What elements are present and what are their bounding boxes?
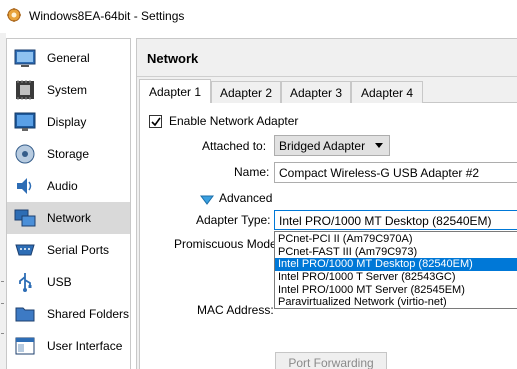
adapter-type-label: Adapter Type: — [196, 213, 271, 227]
attached-to-value: Bridged Adapter — [279, 139, 366, 153]
title-bar: Windows8EA-64bit - Settings — [0, 0, 517, 33]
sidebar-item-general[interactable]: General — [7, 42, 130, 74]
shared-folders-icon — [15, 307, 35, 322]
attached-to-select[interactable]: Bridged Adapter — [274, 135, 390, 156]
port-forwarding-button[interactable]: Port Forwarding — [275, 352, 387, 369]
sidebar-item-network[interactable]: Network — [7, 202, 130, 234]
dropdown-option[interactable]: PCnet-PCI II (Am79C970A) — [275, 233, 517, 246]
general-icon — [14, 49, 36, 67]
enable-adapter-label: Enable Network Adapter — [169, 114, 299, 128]
sidebar-item-label: USB — [47, 275, 72, 289]
promiscuous-mode-label: Promiscuous Mode: — [174, 237, 281, 251]
sidebar-item-label: System — [47, 83, 88, 97]
audio-icon — [17, 178, 32, 194]
attached-to-label: Attached to: — [202, 139, 267, 153]
sidebar-item-serial-ports[interactable]: Serial Ports — [7, 234, 130, 266]
storage-icon — [15, 144, 35, 164]
sidebar-item-label: General — [47, 51, 90, 65]
tab-adapter-1[interactable]: Adapter 1 — [139, 79, 211, 103]
sidebar-item-label: User Interface — [47, 339, 123, 353]
sidebar-item-usb[interactable]: USB — [7, 266, 130, 298]
adapter-name-select[interactable]: Compact Wireless-G USB Adapter #2 — [274, 162, 517, 183]
sidebar-item-audio[interactable]: Audio — [7, 170, 130, 202]
sidebar-item-user-interface[interactable]: User Interface — [7, 330, 130, 362]
enable-adapter-checkbox[interactable] — [149, 115, 162, 128]
checkmark-icon — [151, 117, 161, 127]
system-icon — [16, 80, 34, 100]
sidebar-item-display[interactable]: Display — [7, 106, 130, 138]
serial-ports-icon — [15, 244, 35, 256]
sidebar-item-label: Shared Folders — [47, 307, 130, 321]
sidebar-item-storage[interactable]: Storage — [7, 138, 130, 170]
mac-address-label: MAC Address: — [197, 303, 274, 317]
sidebar-item-label: Network — [47, 211, 92, 225]
virtualbox-icon — [7, 8, 21, 22]
adapter-type-value: Intel PRO/1000 MT Desktop (82540EM) — [279, 214, 492, 228]
advanced-label[interactable]: Advanced — [219, 191, 272, 205]
window-title: Windows8EA-64bit - Settings — [29, 9, 185, 23]
sidebar-item-label: Storage — [47, 147, 90, 161]
network-icon — [14, 209, 36, 227]
sidebar-item-label: Display — [47, 115, 87, 129]
adapter-settings: Enable Network Adapter Attached to: Brid… — [139, 103, 517, 369]
dropdown-option[interactable]: Paravirtualized Network (virtio-net) — [275, 296, 517, 309]
dropdown-option-highlighted[interactable]: Intel PRO/1000 MT Desktop (82540EM) — [275, 258, 517, 271]
name-label: Name: — [234, 165, 270, 179]
user-interface-icon — [15, 337, 35, 355]
tab-adapter-3[interactable]: Adapter 3 — [281, 81, 351, 103]
adapter-name-value: Compact Wireless-G USB Adapter #2 — [279, 166, 480, 180]
title-divider — [137, 76, 517, 77]
sidebar-item-shared-folders[interactable]: Shared Folders — [7, 298, 130, 330]
sidebar-item-label: Serial Ports — [47, 243, 110, 257]
sidebar-item-system[interactable]: System — [7, 74, 130, 106]
usb-icon — [19, 273, 32, 292]
network-panel: Network Adapter 1 Adapter 2 Adapter 3 Ad… — [136, 38, 517, 369]
settings-sidebar: General System Display Storage Audio Net… — [6, 38, 131, 369]
page-title: Network — [147, 51, 199, 66]
adapter-type-select[interactable]: Intel PRO/1000 MT Desktop (82540EM) — [274, 210, 517, 230]
dropdown-option[interactable]: Intel PRO/1000 T Server (82543GC) — [275, 271, 517, 284]
adapter-type-dropdown: PCnet-PCI II (Am79C970A) PCnet-FAST III … — [274, 231, 517, 309]
display-icon — [14, 112, 36, 131]
sidebar-item-label: Audio — [47, 179, 78, 193]
expand-triangle-icon[interactable] — [200, 193, 214, 207]
chevron-down-icon — [375, 143, 383, 148]
tab-adapter-2[interactable]: Adapter 2 — [211, 81, 281, 103]
tab-adapter-4[interactable]: Adapter 4 — [351, 81, 423, 103]
